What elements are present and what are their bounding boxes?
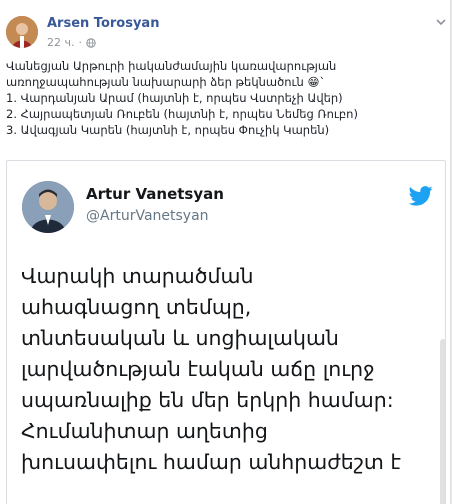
twitter-bird-icon[interactable] xyxy=(409,185,433,207)
scrollbar-thumb[interactable] xyxy=(440,339,445,504)
tweet-body-line: Հումանիտար աղետից xyxy=(21,419,268,443)
post-text-line: 3. Ավագյան Կարեն (հայտնի է, որպես Փուչիկ… xyxy=(6,123,330,137)
tweet-body-line: տնտեսական և սոցիալական xyxy=(21,326,339,350)
post-time[interactable]: 22 ч. xyxy=(47,36,75,49)
post-text-line: առողջապահության նախարարի ձեր թեկնածուն 😁… xyxy=(6,75,326,89)
chevron-down-icon[interactable] xyxy=(436,18,446,26)
facebook-post: Arsen Torosyan 22 ч. · Վանեցյան Արթուրի … xyxy=(0,0,451,504)
post-text-line: 1. Վարդանյան Արամ (հայտնի է, որպես Վստրե… xyxy=(6,91,343,105)
tweet-avatar[interactable] xyxy=(22,181,74,233)
post-meta: 22 ч. · xyxy=(47,36,96,49)
tweet-body-line: խուսափելու համար անհրաժեշտ է xyxy=(21,450,401,474)
tweet-scrollbar[interactable] xyxy=(440,161,445,504)
post-text-line: Վանեցյան Արթուրի իականժամային կառավարութ… xyxy=(6,59,337,73)
post-text-line: 2. Հայրապետյան Ռուբեն (հայտնի է, որպես Ն… xyxy=(6,107,358,121)
tweet-body-line: ահագնացող տեմպը, xyxy=(21,295,252,319)
author-avatar[interactable] xyxy=(6,16,38,48)
tweet-author-handle[interactable]: @ArturVanetsyan xyxy=(86,208,209,224)
tweet-body-line: սպառնալիք են մեր երկրի համար: xyxy=(21,388,394,412)
globe-icon xyxy=(86,37,96,48)
tweet-body: Վարակի տարածման ահագնացող տեմպը, տնտեսակ… xyxy=(21,261,433,478)
embedded-tweet[interactable]: Artur Vanetsyan @ArturVanetsyan Վարակի տ… xyxy=(6,160,446,504)
separator-dot: · xyxy=(78,36,83,49)
post-header: Arsen Torosyan 22 ч. · xyxy=(0,8,450,49)
post-text: Վանեցյան Արթուրի իականժամային կառավարութ… xyxy=(6,58,446,138)
tweet-author-name[interactable]: Artur Vanetsyan xyxy=(86,185,224,203)
author-name[interactable]: Arsen Torosyan xyxy=(47,16,159,31)
tweet-body-line: լարվածության էական աճը լուրջ xyxy=(21,357,375,381)
tweet-body-line: Վարակի տարածման xyxy=(21,264,254,288)
